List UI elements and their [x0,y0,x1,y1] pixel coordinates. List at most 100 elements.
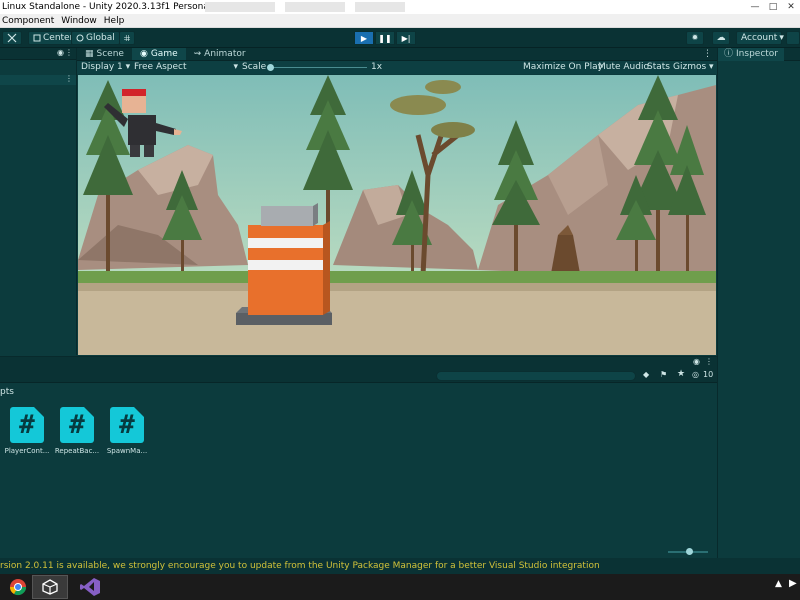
asset-script[interactable]: # RepeatBac... [50,407,104,455]
collab-button[interactable]: ✹ [686,31,704,45]
project-header: ◉ ⋮ [0,357,717,369]
tab-animator-label: Animator [204,48,246,59]
asset-label: SpawnMa... [106,447,148,455]
status-message: rsion 2.0.11 is available, we strongly e… [0,561,600,571]
hierarchy-scene-row[interactable]: ⋮ [0,74,76,85]
play-icon: ▶ [360,33,368,43]
maximize-icon[interactable]: □ [764,0,782,14]
tab-game[interactable]: ◉ Game [131,48,186,60]
csharp-script-icon: # [10,407,44,443]
gizmos-dropdown[interactable]: Gizmos ▾ [673,61,714,74]
globe-icon [76,34,84,42]
inspector-panel: ⓘ Inspector [717,48,800,558]
console-status-bar[interactable]: rsion 2.0.11 is available, we strongly e… [0,558,800,574]
layers-dropdown[interactable] [786,31,800,45]
filter-type-icon[interactable]: ◆ [643,370,649,379]
kebab-menu-icon[interactable]: ⋮ [65,48,73,57]
animator-icon: ⇝ [193,48,202,59]
account-dropdown[interactable]: Account ▾ [736,31,784,45]
game-scene-render [78,75,716,355]
tab-scene[interactable]: ▦ Scene [77,48,132,60]
stats-toggle[interactable]: Stats [647,61,670,74]
menu-item-help[interactable]: Help [102,16,130,26]
dropdown-arrow-icon: ▾ [233,62,238,72]
csharp-script-icon: # [60,407,94,443]
tab-animator[interactable]: ⇝ Animator [186,48,254,60]
label-tag-icon[interactable]: ⚑ [660,370,667,379]
ground-road [78,283,716,355]
lock-icon[interactable]: ◉ [693,357,700,366]
tab-inspector[interactable]: ⓘ Inspector [718,48,784,61]
asset-script[interactable]: # PlayerCont... [0,407,54,455]
mute-audio-toggle[interactable]: Mute Audio [598,61,649,74]
info-icon: ⓘ [724,49,734,59]
display-dropdown[interactable]: Display 1 ▾ [81,61,130,74]
pause-button[interactable]: ❚❚ [375,31,395,45]
scale-label: Scale [242,62,267,72]
visual-studio-icon [80,578,100,596]
hierarchy-panel: ◉ ⋮ ⋮ [0,48,77,355]
scale-slider[interactable] [267,64,367,71]
aspect-dropdown[interactable]: Free Aspect ▾ [134,61,238,74]
pause-icon: ❚❚ [378,33,392,43]
lock-icon[interactable]: ◉ [57,48,64,57]
icon-size-slider[interactable] [668,548,708,555]
aspect-label: Free Aspect [134,62,187,72]
cloud-button[interactable]: ☁ [712,31,730,45]
scene-grid-icon: ▦ [85,48,94,59]
pivot-global-button[interactable]: Global [71,31,120,45]
main-toolbar: Center Global ▶ ❚❚ ▶| ✹ ☁ Account ▾ [0,28,800,48]
asset-label: PlayerCont... [4,447,50,455]
tray-volume-icon[interactable]: ▶ [789,578,797,589]
dropdown-arrow-icon: ▾ [125,62,131,72]
project-breadcrumb[interactable]: pts [0,387,14,397]
dropdown-arrow-icon: ▾ [779,33,784,43]
game-view-panel: ▦ Scene ◉ Game ⇝ Animator ⋮ Display 1 ▾ … [77,48,717,356]
sun-icon: ✹ [691,33,699,42]
game-view-toolbar: Display 1 ▾ Free Aspect ▾ Scale 1x Maxim… [77,61,717,74]
taskbar-visual-studio[interactable] [72,575,108,599]
taskbar-chrome[interactable] [0,575,36,599]
maximize-on-play-toggle[interactable]: Maximize On Play [523,61,603,74]
project-search-row: ⚲ ◆ ⚑ ★ ◎ 10 [0,369,717,383]
menu-bar: Component Window Help [0,14,800,28]
game-viewport[interactable] [78,75,716,355]
asset-label: RepeatBac... [54,447,100,455]
pivot-global-label: Global [86,33,115,43]
display-label: Display 1 [81,62,123,72]
transform-tool-button[interactable] [2,31,22,45]
hidden-count-icon[interactable]: ◎ [692,370,699,379]
minimize-icon[interactable]: — [746,0,764,14]
icon-size-slider-knob[interactable] [686,548,693,555]
project-search-input[interactable] [436,371,636,381]
taskbar-unity[interactable] [32,575,68,599]
kebab-menu-icon[interactable]: ⋮ [65,74,73,83]
menu-item-component[interactable]: Component [0,16,59,26]
tray-arrow-icon[interactable]: ▲ [775,579,782,589]
gizmos-label: Gizmos [673,62,707,72]
os-taskbar: ▲ ▶ [0,574,800,600]
tab-scene-label: Scene [96,48,124,59]
grid-snap-button[interactable] [119,31,135,45]
hierarchy-header: ◉ ⋮ [0,48,76,60]
window-title-bar: Linux Standalone - Unity 2020.3.13f1 Per… [0,0,800,14]
tab-game-label: Game [150,48,178,59]
background-tab-ghost [205,2,275,12]
transform-tool-icon [7,33,17,43]
kebab-menu-icon[interactable]: ⋮ [703,48,717,60]
play-button[interactable]: ▶ [354,31,374,45]
center-pivot-icon [33,34,41,42]
grass-strip [78,271,716,283]
visible-count: 10 [703,370,714,379]
favorite-star-icon[interactable]: ★ [677,369,685,379]
close-icon[interactable]: ✕ [782,0,800,14]
asset-script[interactable]: # SpawnMa... [100,407,154,455]
kebab-menu-icon[interactable]: ⋮ [705,357,713,366]
gamepad-icon: ◉ [139,48,148,59]
menu-item-window[interactable]: Window [59,16,102,26]
background-tab-ghost [355,2,405,12]
account-label: Account [741,33,778,43]
view-tabs: ▦ Scene ◉ Game ⇝ Animator ⋮ [77,48,717,61]
step-button[interactable]: ▶| [396,31,416,45]
scale-slider-knob[interactable] [267,64,274,71]
